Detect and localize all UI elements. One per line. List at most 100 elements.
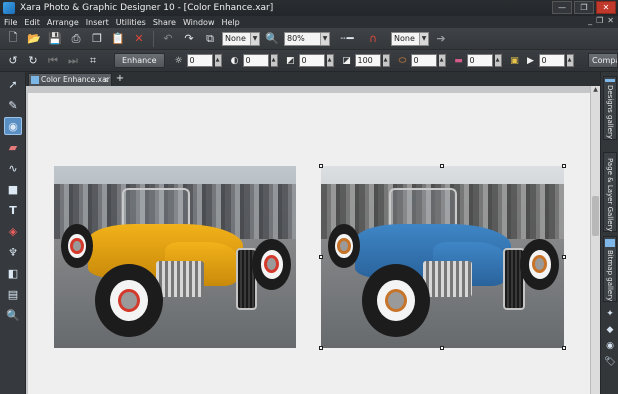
sharpen-spinner[interactable]: ▲ <box>566 54 574 67</box>
menu-edit[interactable]: Edit <box>24 18 40 27</box>
scrollbar-thumb[interactable] <box>592 196 599 236</box>
new-document-icon[interactable]: 🗋 <box>4 30 22 48</box>
open-folder-icon[interactable]: 📂 <box>25 30 43 48</box>
zoom-dropdown[interactable]: 80% ▼ <box>284 31 330 46</box>
contrast-icon: ◐ <box>230 55 239 66</box>
next-icon[interactable]: ⏭ <box>64 52 82 70</box>
selection-handle[interactable] <box>562 164 566 168</box>
selection-handle[interactable] <box>319 164 323 168</box>
document-canvas[interactable] <box>28 93 590 394</box>
vertical-scrollbar[interactable]: ▲ <box>590 86 600 394</box>
quality-dropdown[interactable]: None ▼ <box>222 31 260 46</box>
crop-icon[interactable]: ⌗ <box>84 52 102 70</box>
doc-minimize-button[interactable]: _ <box>588 16 592 25</box>
print-icon[interactable]: ⎙ <box>67 30 85 48</box>
menu-insert[interactable]: Insert <box>86 18 109 27</box>
magnet-icon[interactable]: ∩ <box>364 30 382 48</box>
photo-tool-icon[interactable]: ◉ <box>4 117 22 135</box>
designs-gallery-tab[interactable]: Designs gallery <box>603 76 617 140</box>
saturation-field[interactable]: 0 <box>298 54 325 67</box>
zoom-tool-icon[interactable]: 🔍 <box>4 306 22 324</box>
scroll-up-icon[interactable]: ▲ <box>591 86 600 95</box>
saturation-spinner[interactable]: ▲ <box>326 54 334 67</box>
redo-icon[interactable]: ↷ <box>180 30 198 48</box>
rear-wheel <box>61 224 93 268</box>
freehand-pen-tool-icon[interactable]: ✎ <box>4 96 22 114</box>
selection-handle[interactable] <box>319 346 323 350</box>
enhanced-photo[interactable] <box>321 166 564 348</box>
close-button[interactable]: ✕ <box>596 1 616 14</box>
transform-icon[interactable]: ⧉ <box>201 30 219 48</box>
delete-icon[interactable]: ✕ <box>130 30 148 48</box>
eraser-tool-icon[interactable]: ▰ <box>4 138 22 156</box>
shape-editor-tool-icon[interactable]: ∿ <box>4 159 22 177</box>
color-gallery-icon[interactable]: ◉ <box>604 340 616 352</box>
text-tool-icon[interactable]: T <box>4 201 22 219</box>
minimize-button[interactable]: — <box>552 1 572 14</box>
shadow-tool-icon[interactable]: ◧ <box>4 264 22 282</box>
copy-icon[interactable]: ❐ <box>88 30 106 48</box>
menu-arrange[interactable]: Arrange <box>47 18 79 27</box>
play-icon[interactable]: ▶ <box>525 55 537 67</box>
selector-tool-icon[interactable]: ➚ <box>4 75 22 93</box>
paste-icon[interactable]: 📋 <box>109 30 127 48</box>
designs-gallery-icon <box>605 79 615 82</box>
save-icon[interactable]: 💾 <box>46 30 64 48</box>
bitmap-gallery-tab[interactable]: Bitmap gallery <box>603 236 617 302</box>
fill-tool-icon[interactable]: ◈ <box>4 222 22 240</box>
temperature-field[interactable]: 0 <box>410 54 437 67</box>
wheel-hub <box>73 240 81 252</box>
zoom-value: 80% <box>287 34 305 43</box>
doc-restore-button[interactable]: ❐ <box>596 16 603 25</box>
original-photo[interactable] <box>54 166 296 348</box>
brightness-spinner[interactable]: ▲ <box>214 54 222 67</box>
zoom-icon[interactable]: 🔍 <box>263 30 281 48</box>
rectangle-tool-icon[interactable]: ■ <box>4 180 22 198</box>
mould-tool-icon[interactable]: ▤ <box>4 285 22 303</box>
menu-file[interactable]: File <box>4 18 17 27</box>
selection-handle[interactable] <box>319 255 323 259</box>
selection-handle[interactable] <box>562 346 566 350</box>
horizontal-ruler <box>26 86 600 93</box>
contrast-spinner[interactable]: ▲ <box>270 54 278 67</box>
sharpen-field[interactable]: 0 <box>538 54 565 67</box>
fill-gallery-icon[interactable]: ◆ <box>604 324 616 336</box>
brightness-field[interactable]: 0 <box>186 54 213 67</box>
page-layer-gallery-tab[interactable]: Page & Layer Gallery <box>603 152 617 232</box>
rotate-left-icon[interactable]: ↺ <box>4 52 22 70</box>
selection-handle[interactable] <box>440 164 444 168</box>
shadow-field[interactable]: 100 <box>354 54 381 67</box>
line-width-icon[interactable]: ┈━ <box>333 30 361 48</box>
snap-value: None <box>394 34 415 43</box>
snap-dropdown[interactable]: None ▼ <box>391 31 429 46</box>
car-engine <box>423 260 472 298</box>
tint-field[interactable]: 0 <box>466 54 493 67</box>
tint-spinner[interactable]: ▲ <box>494 54 502 67</box>
contrast-field[interactable]: 0 <box>242 54 269 67</box>
compare-button[interactable]: Compa <box>588 53 618 68</box>
previous-icon[interactable]: ⏮ <box>44 52 62 70</box>
menu-window[interactable]: Window <box>183 18 215 27</box>
front-right-wheel <box>520 238 560 290</box>
menu-share[interactable]: Share <box>153 18 176 27</box>
menu-utilities[interactable]: Utilities <box>116 18 146 27</box>
temperature-spinner[interactable]: ▲ <box>438 54 446 67</box>
arrow-right-icon[interactable]: ➔ <box>432 30 450 48</box>
title-bar: Xara Photo & Graphic Designer 10 - [Colo… <box>0 0 618 16</box>
rotate-right-icon[interactable]: ↻ <box>24 52 42 70</box>
undo-icon[interactable]: ↶ <box>159 30 177 48</box>
doc-close-button[interactable]: ✕ <box>607 16 614 25</box>
transparency-tool-icon[interactable]: ♆ <box>4 243 22 261</box>
shadow-spinner[interactable]: ▲ <box>382 54 390 67</box>
maximize-button[interactable]: ❐ <box>574 1 594 14</box>
temperature-icon: ⬭ <box>398 55 407 66</box>
menu-help[interactable]: Help <box>221 18 239 27</box>
selection-handle[interactable] <box>562 255 566 259</box>
enhance-button[interactable]: Enhance <box>114 53 165 68</box>
selection-handle[interactable] <box>440 346 444 350</box>
new-tab-button[interactable]: + <box>114 73 126 85</box>
effects-gallery-icon[interactable]: ✦ <box>604 308 616 320</box>
fonts-gallery-icon[interactable]: 🏷 <box>604 356 616 368</box>
close-tab-icon[interactable]: x <box>104 74 108 85</box>
document-tab[interactable]: Color Enhance.xar x <box>28 73 112 86</box>
